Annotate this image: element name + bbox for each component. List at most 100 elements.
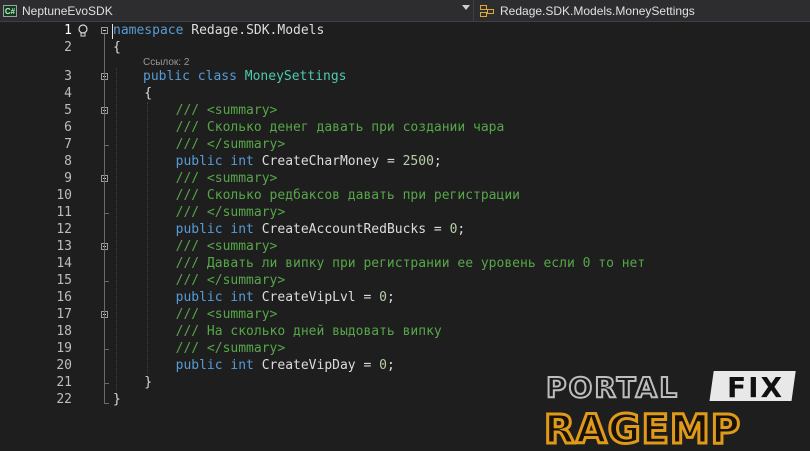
code-token: 0 xyxy=(379,290,387,305)
code-token: class xyxy=(189,69,237,84)
fold-line xyxy=(104,182,105,213)
class-dropdown[interactable]: Redage.SDK.Models.MoneySettings xyxy=(476,0,810,21)
project-name: NeptuneEvoSDK xyxy=(22,3,113,18)
class-path: Redage.SDK.Models.MoneySettings xyxy=(500,3,695,18)
code-line[interactable]: /// Сколько редбаксов давать при регистр… xyxy=(113,187,520,204)
code-line[interactable]: public class MoneySettings xyxy=(143,68,347,85)
code-token: CreateAccountRedBucks = xyxy=(253,222,450,237)
code-token: namespace xyxy=(113,23,184,38)
code-token: /// Сколько редбаксов давать при регистр… xyxy=(113,188,520,203)
project-dropdown[interactable]: C# NeptuneEvoSDK xyxy=(0,0,474,21)
code-line[interactable]: /// <summary> xyxy=(113,306,278,323)
code-token: public xyxy=(113,290,223,305)
line-number: 22 xyxy=(56,392,72,407)
code-line[interactable]: /// На сколько дней выдовать випку xyxy=(113,323,442,340)
code-token: /// </summary> xyxy=(113,205,286,220)
line-number: 11 xyxy=(56,205,72,220)
collapse-toggle-icon[interactable] xyxy=(101,27,108,34)
line-number: 19 xyxy=(56,341,72,356)
code-line[interactable]: /// Сколько денег давать при создании ча… xyxy=(113,119,505,136)
line-number: 3 xyxy=(64,69,72,84)
code-line[interactable]: /// </summary> xyxy=(113,340,286,357)
line-number: 20 xyxy=(56,358,72,373)
code-line[interactable]: } xyxy=(113,391,121,408)
fold-line xyxy=(104,114,105,145)
code-token: 0 xyxy=(379,358,387,373)
line-number: 6 xyxy=(64,120,72,135)
code-editor[interactable]: 1 2 3 4 5 6 7 8 9 10 11 12 13 14 15 16 17 18 19 20 21 22 Ссыл… xyxy=(0,22,810,451)
line-number: 2 xyxy=(64,40,72,55)
code-token: /// </summary> xyxy=(113,273,286,288)
code-token: public xyxy=(113,358,223,373)
code-line[interactable]: /// <summary> xyxy=(113,238,278,255)
code-token: Redage.SDK.Models xyxy=(183,23,325,38)
code-token: int xyxy=(222,290,254,305)
chevron-down-icon[interactable] xyxy=(462,5,470,10)
fold-end xyxy=(104,383,109,384)
code-token: int xyxy=(222,154,254,169)
code-line[interactable]: public int CreateVipDay = 0; xyxy=(113,357,395,374)
line-number: 8 xyxy=(64,154,72,169)
code-token: } xyxy=(113,392,121,407)
code-token: CreateVipLvl = xyxy=(253,290,380,305)
line-number: 15 xyxy=(56,273,72,288)
code-line[interactable]: /// </summary> xyxy=(113,204,286,221)
code-line[interactable]: { xyxy=(113,85,152,102)
line-number: 10 xyxy=(56,188,72,203)
code-token: /// <summary> xyxy=(113,239,278,254)
fold-line xyxy=(104,250,105,281)
fold-end xyxy=(104,145,109,146)
code-token: CreateVipDay = xyxy=(253,358,380,373)
lightbulb-icon[interactable] xyxy=(78,24,88,38)
code-token: /// Сколько денег давать при создании ча… xyxy=(113,120,505,135)
code-token: { xyxy=(113,40,121,55)
watermark-fix-text: FIX xyxy=(727,371,784,404)
line-number: 13 xyxy=(56,239,72,254)
code-line[interactable]: /// Давать ли випку при регистрании ее у… xyxy=(113,255,646,272)
class-icon xyxy=(480,4,496,18)
code-token: ; xyxy=(386,358,395,373)
code-token: } xyxy=(113,375,153,390)
code-token: ; xyxy=(386,290,395,305)
line-number: 7 xyxy=(64,137,72,152)
line-number: 18 xyxy=(56,324,72,339)
code-token: /// Давать ли випку при регистрании ее у… xyxy=(113,256,646,271)
fold-end xyxy=(104,213,109,214)
code-token: int xyxy=(222,222,254,237)
line-number: 4 xyxy=(64,86,72,101)
code-token: /// На сколько дней выдовать випку xyxy=(113,324,442,339)
watermark-portal-text: PORTAL xyxy=(546,371,679,404)
portal-fix-ragemp-watermark: PORTAL FIX RAGEMP xyxy=(543,370,796,451)
code-token: public xyxy=(113,222,223,237)
line-number: 1 xyxy=(64,23,72,38)
code-token: int xyxy=(222,358,254,373)
code-token: public xyxy=(113,154,223,169)
watermark-ragemp-text: RAGEMP xyxy=(544,407,741,451)
code-token: 2500 xyxy=(402,154,434,169)
code-token: /// <summary> xyxy=(113,171,278,186)
fold-end xyxy=(104,349,109,350)
code-line[interactable]: /// </summary> xyxy=(113,136,286,153)
code-line[interactable]: /// <summary> xyxy=(113,170,278,187)
code-line[interactable]: { xyxy=(113,39,121,56)
code-token: MoneySettings xyxy=(236,69,347,84)
code-line[interactable]: public int CreateVipLvl = 0; xyxy=(113,289,395,306)
code-line[interactable]: /// <summary> xyxy=(113,102,278,119)
code-line[interactable]: public int CreateAccountRedBucks = 0; xyxy=(113,221,466,238)
line-number: 16 xyxy=(56,290,72,305)
code-token: /// </summary> xyxy=(113,341,286,356)
code-token: ; xyxy=(433,154,442,169)
line-number: 12 xyxy=(56,222,72,237)
line-number: 9 xyxy=(64,171,72,186)
code-token: ; xyxy=(457,222,466,237)
code-token: { xyxy=(113,86,153,101)
code-line[interactable]: /// </summary> xyxy=(113,272,286,289)
code-line[interactable]: namespace Redage.SDK.Models xyxy=(113,22,324,39)
line-number: 14 xyxy=(56,256,72,271)
fold-line xyxy=(104,318,105,349)
fold-end xyxy=(104,281,109,282)
code-line[interactable]: } xyxy=(113,374,152,391)
code-token: public xyxy=(143,69,190,84)
code-line[interactable]: public int CreateCharMoney = 2500; xyxy=(113,153,442,170)
code-token: /// </summary> xyxy=(113,137,286,152)
